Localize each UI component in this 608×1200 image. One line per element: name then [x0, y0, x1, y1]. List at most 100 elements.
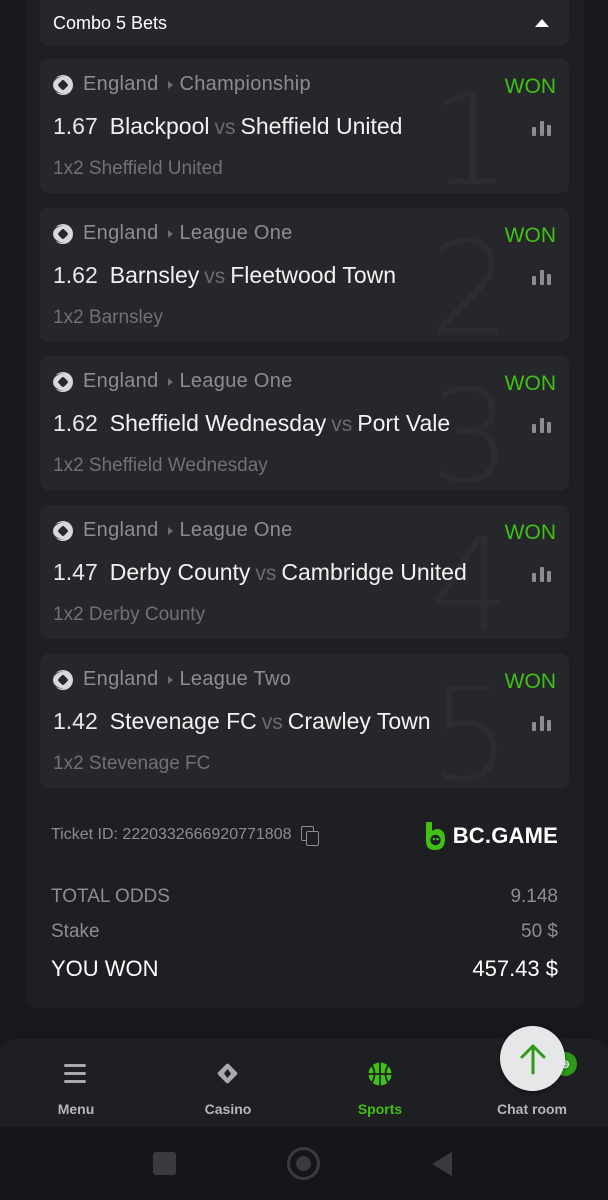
nav-label: Sports [357, 1101, 403, 1117]
basketball-icon [368, 1062, 392, 1086]
odds-value: 1.67 [53, 113, 98, 139]
brand-logo: BC.GAME [423, 820, 558, 852]
status-badge: WON [504, 75, 556, 98]
stake-label: Stake [51, 921, 100, 942]
odds-value: 1.42 [53, 708, 98, 734]
status-badge: WON [504, 670, 556, 693]
nav-casino[interactable]: Casino [152, 1039, 304, 1127]
country-label: England [83, 668, 159, 690]
stats-bar-icon[interactable] [532, 270, 551, 285]
nav-sports[interactable]: Sports [304, 1039, 456, 1127]
bet-card: 5 England League Two WON 1.42 Stevenage … [40, 654, 569, 788]
recent-apps-icon[interactable] [153, 1152, 176, 1175]
league-label: League One [179, 222, 293, 244]
status-badge: WON [504, 521, 556, 544]
country-label: England [83, 73, 159, 95]
bet-index-number: 5 [429, 661, 511, 789]
home-team: Blackpool [109, 113, 210, 139]
vs-label: vs [261, 711, 283, 734]
cards-icon [217, 1063, 238, 1084]
total-odds-value: 9.148 [510, 886, 558, 907]
system-nav-bar [0, 1128, 608, 1200]
collapse-caret-icon[interactable] [535, 19, 549, 27]
league-row: England League One [53, 222, 293, 245]
scroll-to-top-button[interactable] [500, 1026, 565, 1091]
soccer-ball-icon [53, 74, 73, 95]
stats-bar-icon[interactable] [532, 121, 551, 136]
total-odds-row: TOTAL ODDS 9.148 [51, 886, 558, 908]
ticket-id: Ticket ID: 2220332666920771808 [51, 826, 292, 843]
vs-label: vs [331, 413, 353, 436]
stats-bar-icon[interactable] [532, 418, 551, 433]
soccer-ball-icon [53, 223, 73, 244]
league-label: League One [179, 370, 293, 392]
copy-icon[interactable] [301, 826, 320, 846]
stats-bar-icon[interactable] [532, 567, 551, 582]
odds-value: 1.47 [53, 559, 98, 585]
country-label: England [83, 370, 159, 392]
away-team: Fleetwood Town [230, 262, 397, 288]
breadcrumb-arrow-icon [167, 80, 173, 89]
nav-label: Chat room [497, 1101, 567, 1117]
stats-bar-icon[interactable] [532, 716, 551, 731]
home-team: Stevenage FC [109, 708, 257, 734]
home-icon[interactable] [287, 1147, 320, 1180]
nav-label: Menu [57, 1101, 95, 1117]
soccer-ball-icon [53, 520, 73, 541]
odds-value: 1.62 [53, 262, 98, 288]
away-team: Port Vale [357, 410, 451, 436]
selection-label: 1x2 Sheffield United [53, 158, 223, 179]
match-row: 1.62 Sheffield Wednesday vs Port Vale [53, 410, 450, 437]
bet-card: 4 England League One WON 1.47 Derby Coun… [40, 505, 569, 639]
league-row: England League Two [53, 668, 291, 691]
league-row: England Championship [53, 73, 311, 96]
selection-label: 1x2 Stevenage FC [53, 753, 211, 774]
back-icon[interactable] [430, 1150, 454, 1178]
stake-value: 50 $ [521, 921, 558, 942]
bc-game-logo-icon [425, 822, 445, 850]
stake-row: Stake 50 $ [51, 921, 558, 943]
home-team: Barnsley [109, 262, 200, 288]
league-row: England League One [53, 370, 293, 393]
league-row: England League One [53, 519, 293, 542]
away-team: Sheffield United [240, 113, 403, 139]
status-badge: WON [504, 224, 556, 247]
selection-label: 1x2 Derby County [53, 604, 206, 625]
combo-title: Combo 5 Bets [53, 12, 168, 33]
you-won-label: YOU WON [51, 956, 159, 981]
bet-card: 3 England League One WON 1.62 Sheffield … [40, 356, 569, 490]
away-team: Crawley Town [287, 708, 431, 734]
away-team: Cambridge United [281, 559, 467, 585]
bet-card: 1 England Championship WON 1.67 Blackpoo… [40, 59, 569, 193]
combo-header[interactable]: Combo 5 Bets [40, 0, 569, 46]
country-label: England [83, 222, 159, 244]
country-label: England [83, 519, 159, 541]
league-label: Championship [179, 73, 311, 95]
selection-label: 1x2 Sheffield Wednesday [53, 455, 268, 476]
arrow-up-icon [520, 1044, 545, 1074]
nav-menu[interactable]: Menu [0, 1039, 152, 1127]
status-badge: WON [504, 372, 556, 395]
match-row: 1.62 Barnsley vs Fleetwood Town [53, 262, 396, 289]
league-label: League Two [179, 668, 292, 690]
you-won-value: 457.43 $ [472, 956, 558, 981]
soccer-ball-icon [53, 669, 73, 690]
vs-label: vs [214, 116, 236, 139]
breadcrumb-arrow-icon [167, 377, 173, 386]
match-row: 1.42 Stevenage FC vs Crawley Town [53, 708, 431, 735]
home-team: Sheffield Wednesday [109, 410, 327, 436]
bet-index-number: 2 [429, 215, 511, 343]
bet-card: 2 England League One WON 1.62 Barnsley v… [40, 208, 569, 342]
hamburger-icon [63, 1061, 89, 1087]
soccer-ball-icon [53, 371, 73, 392]
breadcrumb-arrow-icon [167, 229, 173, 238]
odds-value: 1.62 [53, 410, 98, 436]
home-team: Derby County [109, 559, 251, 585]
match-row: 1.47 Derby County vs Cambridge United [53, 559, 467, 586]
total-odds-label: TOTAL ODDS [51, 886, 170, 907]
selection-label: 1x2 Barnsley [53, 307, 163, 328]
bet-index-number: 1 [429, 66, 511, 194]
league-label: League One [179, 519, 293, 541]
vs-label: vs [204, 265, 226, 288]
match-row: 1.67 Blackpool vs Sheffield United [53, 113, 402, 140]
